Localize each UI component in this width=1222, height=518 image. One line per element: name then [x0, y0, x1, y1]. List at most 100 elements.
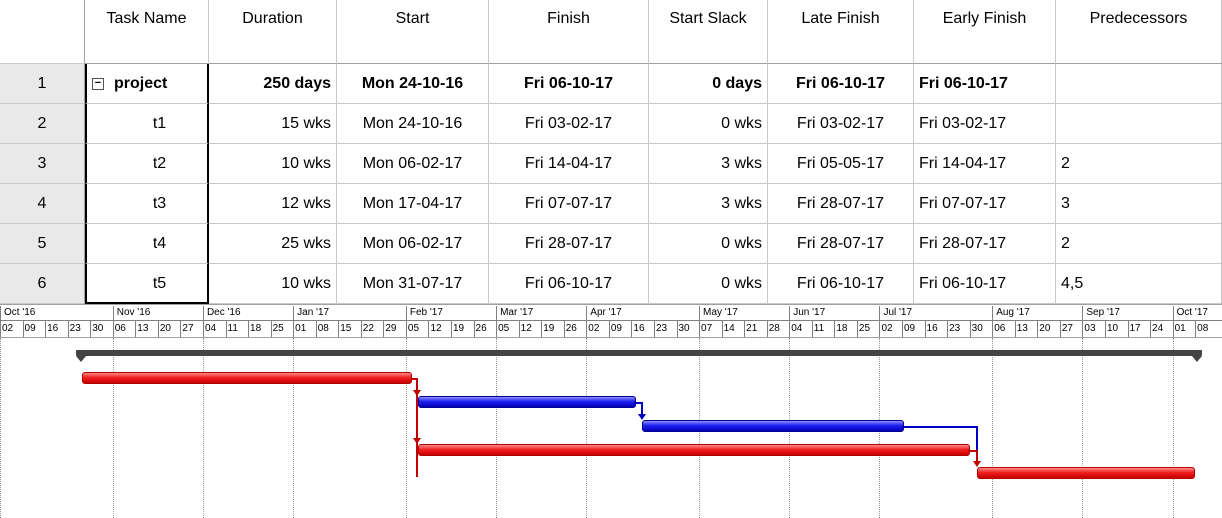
late-finish-cell[interactable]: Fri 28-07-17 — [768, 224, 914, 264]
row-number[interactable]: 6 — [0, 264, 85, 304]
link-t3-t5-h — [902, 426, 978, 428]
column-header-start-slack[interactable]: Start Slack — [649, 0, 768, 64]
duration-cell[interactable]: 10 wks — [209, 144, 337, 184]
task-name-cell[interactable]: − project — [85, 64, 209, 104]
timescale-week: 04 — [789, 321, 813, 337]
timescale-week: 27 — [1059, 321, 1084, 337]
timescale-week: 15 — [338, 321, 362, 337]
start-slack-cell[interactable]: 0 wks — [649, 224, 768, 264]
timescale-week: 25 — [856, 321, 881, 337]
predecessors-cell[interactable]: 4,5 — [1056, 264, 1222, 304]
column-header-predecessors[interactable]: Predecessors — [1056, 0, 1222, 64]
timescale-week: 08 — [315, 321, 340, 337]
timescale[interactable]: 02 09 16 23 30 06 13 20 27 04 11 18 25 01 08 15 22 29 05 12… — [0, 304, 1222, 338]
task-bar-t5[interactable] — [977, 467, 1195, 479]
task-bar-t3[interactable] — [642, 420, 904, 432]
timescale-month: Dec '16 — [202, 306, 241, 320]
late-finish-cell[interactable]: Fri 28-07-17 — [768, 184, 914, 224]
start-cell[interactable]: Mon 24-10-16 — [337, 64, 489, 104]
task-name-cell[interactable]: t4 — [85, 224, 209, 264]
task-name-cell[interactable]: t5 — [85, 264, 209, 304]
start-cell[interactable]: Mon 31-07-17 — [337, 264, 489, 304]
task-bar-t4[interactable] — [418, 444, 970, 456]
early-finish-cell[interactable]: Fri 14-04-17 — [914, 144, 1056, 184]
month-gridline — [496, 338, 498, 518]
predecessors-cell[interactable]: 2 — [1056, 224, 1222, 264]
start-slack-cell[interactable]: 0 days — [649, 64, 768, 104]
timescale-week: 02 — [586, 321, 610, 337]
finish-cell[interactable]: Fri 28-07-17 — [489, 224, 649, 264]
finish-cell[interactable]: Fri 14-04-17 — [489, 144, 649, 184]
predecessors-cell[interactable] — [1056, 64, 1222, 104]
task-bar-t1[interactable] — [82, 372, 412, 384]
timescale-month: Jul '17 — [879, 306, 912, 320]
column-header-task-name[interactable]: Task Name — [85, 0, 209, 64]
row-number[interactable]: 3 — [0, 144, 85, 184]
timescale-week: 24 — [1150, 321, 1174, 337]
gantt-chart[interactable] — [0, 338, 1222, 518]
early-finish-cell[interactable]: Fri 06-10-17 — [914, 64, 1056, 104]
start-cell[interactable]: Mon 24-10-16 — [337, 104, 489, 144]
timescale-week: 01 — [293, 321, 317, 337]
finish-cell[interactable]: Fri 06-10-17 — [489, 264, 649, 304]
duration-cell[interactable]: 15 wks — [209, 104, 337, 144]
finish-cell[interactable]: Fri 06-10-17 — [489, 64, 649, 104]
finish-cell[interactable]: Fri 07-07-17 — [489, 184, 649, 224]
timescale-week: 30 — [90, 321, 114, 337]
early-finish-cell[interactable]: Fri 28-07-17 — [914, 224, 1056, 264]
select-all-corner[interactable] — [0, 0, 85, 64]
timescale-week: 05 — [405, 321, 430, 337]
late-finish-cell[interactable]: Fri 06-10-17 — [768, 64, 914, 104]
late-finish-cell[interactable]: Fri 06-10-17 — [768, 264, 914, 304]
summary-bar-project[interactable] — [76, 350, 1202, 356]
month-gridline — [405, 338, 407, 518]
row-number[interactable]: 2 — [0, 104, 85, 144]
column-header-late-finish[interactable]: Late Finish — [768, 0, 914, 64]
early-finish-cell[interactable]: Fri 03-02-17 — [914, 104, 1056, 144]
timescale-week: 06 — [992, 321, 1016, 337]
row-number[interactable]: 5 — [0, 224, 85, 264]
start-slack-cell[interactable]: 3 wks — [649, 144, 768, 184]
finish-cell[interactable]: Fri 03-02-17 — [489, 104, 649, 144]
timescale-month: Oct '17 — [1172, 306, 1208, 320]
column-header-finish[interactable]: Finish — [489, 0, 649, 64]
duration-cell[interactable]: 10 wks — [209, 264, 337, 304]
predecessors-cell[interactable]: 2 — [1056, 144, 1222, 184]
month-gridline — [112, 338, 114, 518]
late-finish-cell[interactable]: Fri 03-02-17 — [768, 104, 914, 144]
early-finish-cell[interactable]: Fri 07-07-17 — [914, 184, 1056, 224]
row-number[interactable]: 1 — [0, 64, 85, 104]
predecessors-cell[interactable]: 3 — [1056, 184, 1222, 224]
collapse-minus-icon[interactable]: − — [92, 78, 104, 90]
timescale-week: 09 — [902, 321, 926, 337]
column-header-start[interactable]: Start — [337, 0, 489, 64]
timescale-week: 16 — [924, 321, 949, 337]
column-header-duration[interactable]: Duration — [209, 0, 337, 64]
start-cell[interactable]: Mon 06-02-17 — [337, 144, 489, 184]
start-slack-cell[interactable]: 3 wks — [649, 184, 768, 224]
duration-cell[interactable]: 250 days — [209, 64, 337, 104]
column-header-early-finish[interactable]: Early Finish — [914, 0, 1056, 64]
timescale-week: 03 — [1082, 321, 1106, 337]
timescale-week: 28 — [766, 321, 791, 337]
task-bar-t2[interactable] — [418, 396, 636, 408]
start-slack-cell[interactable]: 0 wks — [649, 264, 768, 304]
timescale-week: 08 — [1195, 321, 1219, 337]
task-name-cell[interactable]: t3 — [85, 184, 209, 224]
start-cell[interactable]: Mon 17-04-17 — [337, 184, 489, 224]
row-number[interactable]: 4 — [0, 184, 85, 224]
duration-cell[interactable]: 12 wks — [209, 184, 337, 224]
task-name-cell[interactable]: t2 — [85, 144, 209, 184]
month-gridline — [1172, 338, 1174, 518]
task-name-cell[interactable]: t1 — [85, 104, 209, 144]
start-slack-cell[interactable]: 0 wks — [649, 104, 768, 144]
timescale-month: Feb '17 — [405, 306, 443, 320]
predecessors-cell[interactable] — [1056, 104, 1222, 144]
early-finish-cell[interactable]: Fri 06-10-17 — [914, 264, 1056, 304]
timescale-week: 23 — [67, 321, 92, 337]
summary-end-marker — [1192, 356, 1202, 362]
late-finish-cell[interactable]: Fri 05-05-17 — [768, 144, 914, 184]
duration-cell[interactable]: 25 wks — [209, 224, 337, 264]
start-cell[interactable]: Mon 06-02-17 — [337, 224, 489, 264]
timescale-week: 02 — [0, 321, 24, 337]
